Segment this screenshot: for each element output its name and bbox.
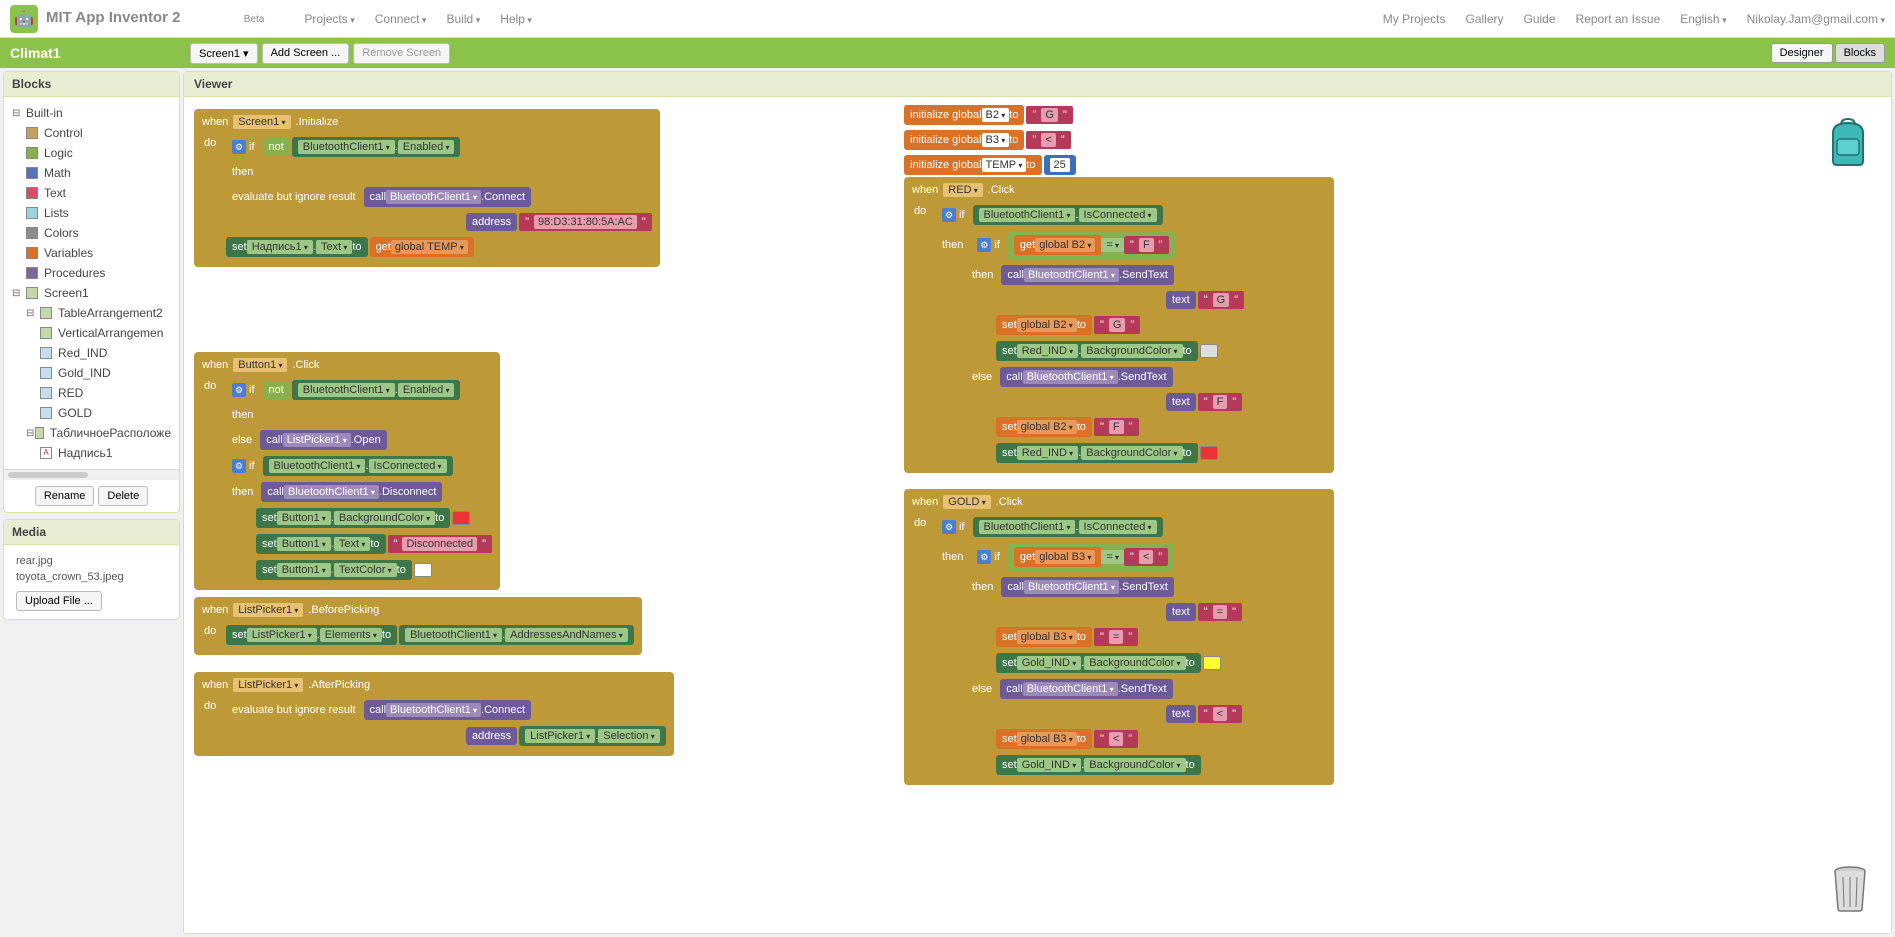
tab-blocks[interactable]: Blocks: [1835, 43, 1885, 63]
tree-lists[interactable]: Lists: [8, 203, 175, 223]
tree-tablearr2[interactable]: ⊟TableArrangement2: [8, 303, 175, 323]
link-gallery[interactable]: Gallery: [1465, 12, 1503, 26]
backpack-icon[interactable]: [1825, 117, 1871, 167]
add-screen-button[interactable]: Add Screen ...: [262, 43, 350, 64]
link-guide[interactable]: Guide: [1524, 12, 1556, 26]
link-language[interactable]: English: [1680, 12, 1726, 26]
beta-label: Beta: [244, 14, 265, 29]
left-panel: Blocks ⊟Built-in Control Logic Math Text…: [0, 68, 183, 937]
link-account[interactable]: Nikolay.Jam@gmail.com: [1747, 12, 1885, 26]
trash-icon[interactable]: [1829, 863, 1871, 913]
viewer-header: Viewer: [184, 72, 1891, 97]
block-red-click[interactable]: when RED .Click do if BluetoothClient1 .…: [904, 177, 1334, 473]
app-header: MIT App Inventor 2 Beta Projects Connect…: [0, 0, 1895, 38]
project-name: Climat1: [10, 45, 61, 61]
tree-logic[interactable]: Logic: [8, 143, 175, 163]
tree-tablarr-ru[interactable]: ⊟ТабличноеРасположе: [8, 423, 175, 443]
remove-screen-button[interactable]: Remove Screen: [353, 43, 450, 64]
menu-connect[interactable]: Connect: [375, 12, 427, 26]
tree-variables[interactable]: Variables: [8, 243, 175, 263]
tree-nadpis1[interactable]: AНадпись1: [8, 443, 175, 463]
viewer-panel: Viewer when Screen1 .Initialize do if no…: [183, 71, 1892, 934]
tree-builtin[interactable]: ⊟Built-in: [8, 103, 175, 123]
link-report[interactable]: Report an Issue: [1576, 12, 1661, 26]
media-panel: Media rear.jpg toyota_crown_53.jpeg Uplo…: [3, 519, 180, 620]
media-file[interactable]: rear.jpg: [16, 553, 167, 569]
block-screen1-initialize[interactable]: when Screen1 .Initialize do if not Bluet…: [194, 109, 660, 267]
tree-verticalarr[interactable]: VerticalArrangemen: [8, 323, 175, 343]
tree-gold[interactable]: GOLD: [8, 403, 175, 423]
block-init-temp[interactable]: initialize global TEMP to25: [904, 152, 1076, 178]
tree-redind[interactable]: Red_IND: [8, 343, 175, 363]
block-button1-click[interactable]: when Button1 .Click do if not BluetoothC…: [194, 352, 500, 590]
tree-procedures[interactable]: Procedures: [8, 263, 175, 283]
blocks-panel-header: Blocks: [4, 72, 179, 97]
rename-button[interactable]: Rename: [35, 486, 95, 506]
tree-screen1[interactable]: ⊟Screen1: [8, 283, 175, 303]
tab-designer[interactable]: Designer: [1771, 43, 1833, 63]
tree-colors[interactable]: Colors: [8, 223, 175, 243]
tree-math[interactable]: Math: [8, 163, 175, 183]
link-myprojects[interactable]: My Projects: [1383, 12, 1446, 26]
app-logo: [10, 5, 38, 33]
block-init-b2[interactable]: initialize global B2 toG: [904, 102, 1073, 128]
upload-button[interactable]: Upload File ...: [16, 591, 102, 611]
menu-projects[interactable]: Projects: [304, 12, 354, 26]
menu-bar: Projects Connect Build Help: [304, 12, 532, 26]
tree-text[interactable]: Text: [8, 183, 175, 203]
tree-goldind[interactable]: Gold_IND: [8, 363, 175, 383]
block-listpicker-after[interactable]: when ListPicker1 .AfterPicking do evalua…: [194, 672, 674, 756]
action-bar: Climat1 Screen1 ▾ Add Screen ... Remove …: [0, 38, 1895, 68]
header-right: My Projects Gallery Guide Report an Issu…: [1383, 12, 1885, 26]
block-listpicker-before[interactable]: when ListPicker1 .BeforePicking do set L…: [194, 597, 642, 655]
delete-button[interactable]: Delete: [98, 486, 148, 506]
menu-build[interactable]: Build: [447, 12, 481, 26]
blocks-tree[interactable]: ⊟Built-in Control Logic Math Text Lists …: [4, 97, 179, 469]
tree-control[interactable]: Control: [8, 123, 175, 143]
tree-red[interactable]: RED: [8, 383, 175, 403]
media-panel-header: Media: [4, 520, 179, 545]
block-init-b3[interactable]: initialize global B3 to<: [904, 127, 1071, 153]
screen-dropdown[interactable]: Screen1 ▾: [190, 43, 258, 64]
media-file[interactable]: toyota_crown_53.jpeg: [16, 569, 167, 585]
block-gold-click[interactable]: when GOLD .Click do if BluetoothClient1 …: [904, 489, 1334, 785]
blocks-canvas[interactable]: when Screen1 .Initialize do if not Bluet…: [184, 97, 1891, 933]
main-area: Blocks ⊟Built-in Control Logic Math Text…: [0, 68, 1895, 937]
app-title: MIT App Inventor 2: [46, 9, 180, 26]
menu-help[interactable]: Help: [500, 12, 532, 26]
blocks-panel: Blocks ⊟Built-in Control Logic Math Text…: [3, 71, 180, 513]
tree-hscroll[interactable]: [4, 469, 179, 479]
